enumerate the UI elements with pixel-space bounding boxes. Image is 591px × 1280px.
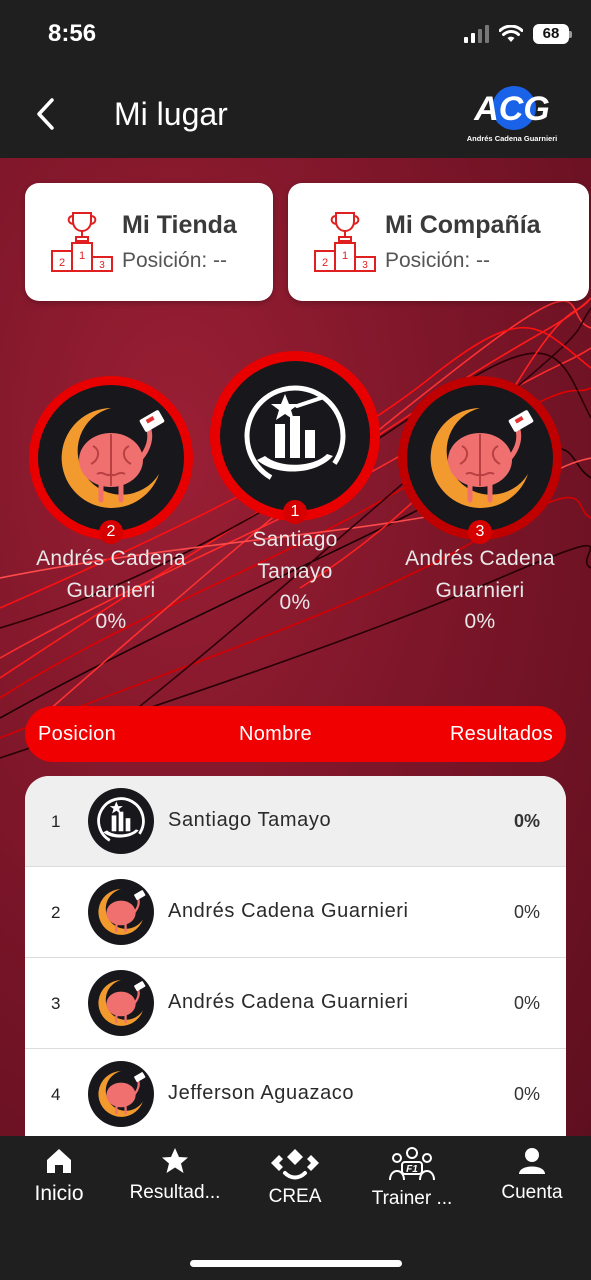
trainer-f1-icon: F1	[389, 1147, 435, 1181]
nav-item-trainer[interactable]: F1 Trainer ...	[357, 1146, 467, 1210]
nav-label: Cuenta	[501, 1182, 563, 1203]
avatar	[88, 1061, 154, 1127]
home-icon	[47, 1149, 71, 1173]
bottom-nav: Inicio Resultad... CREA F1 Trainer ... C…	[0, 1136, 591, 1280]
podium-name-1: Santiago Tamayo 0%	[215, 524, 375, 619]
avatar	[88, 788, 154, 854]
my-store-card[interactable]: 1 2 3 Mi Tienda Posición: --	[25, 183, 273, 301]
nav-item-resultados[interactable]: Resultad...	[120, 1146, 230, 1204]
header-position: Posicion	[38, 723, 116, 745]
row-position: 1	[51, 812, 61, 831]
card-title: Mi Compañía	[385, 211, 541, 239]
brain-icon	[98, 980, 146, 1026]
row-position: 3	[51, 994, 61, 1013]
card-title: Mi Tienda	[122, 211, 237, 239]
nav-item-crea[interactable]: CREA	[240, 1146, 350, 1208]
podium-name-3: Andrés Cadena Guarnieri 0%	[400, 543, 560, 638]
podium-avatar-3[interactable]	[398, 376, 562, 540]
trophy-logo-icon	[97, 797, 145, 845]
row-name: Andrés Cadena Guarnieri	[168, 991, 409, 1013]
row-name: Santiago Tamayo	[168, 809, 332, 831]
card-position: Posición: --	[385, 249, 491, 272]
header-results: Resultados	[449, 723, 553, 745]
my-company-card[interactable]: 1 2 3 Mi Compañía Posición: --	[288, 183, 589, 301]
rank-badge-3: 3	[468, 520, 492, 544]
podium-name-2: Andrés Cadena Guarnieri 0%	[31, 543, 191, 638]
nav-label: Resultad...	[129, 1182, 221, 1203]
crea-icon	[271, 1149, 319, 1180]
podium-icon: 1 2 3	[314, 212, 376, 272]
row-result: 0%	[513, 811, 540, 831]
row-result: 0%	[513, 993, 540, 1013]
brain-icon	[98, 889, 146, 935]
avatar	[88, 879, 154, 945]
card-position: Posición: --	[122, 249, 228, 272]
battery-icon: 68	[533, 24, 572, 44]
back-button[interactable]	[30, 94, 60, 134]
page-title: Mi lugar	[114, 96, 228, 132]
podium-avatar-2[interactable]	[29, 376, 193, 540]
podium-icon: 1 2 3	[51, 212, 113, 272]
podium-name-text: Andrés Cadena Guarnieri	[405, 547, 555, 602]
row-position: 4	[51, 1085, 61, 1104]
status-time: 8:56	[48, 20, 97, 47]
svg-text:1: 1	[342, 250, 348, 262]
nav-label: Trainer ...	[371, 1188, 453, 1209]
status-icons: 68	[464, 24, 572, 44]
row-result: 0%	[513, 902, 540, 922]
wifi-icon	[499, 25, 523, 42]
app-header: Mi lugar ACG Andrés Cadena Guarnieri	[0, 72, 591, 158]
svg-text:3: 3	[362, 260, 368, 271]
podium-result: 0%	[279, 591, 311, 614]
podium-name-text: Andrés Cadena Guarnieri	[36, 547, 186, 602]
ranking-list[interactable]: 1 Santiago Tamayo 0% 2 Andrés Cadena Gua…	[25, 776, 566, 1136]
brain-icon	[98, 1071, 146, 1117]
svg-text:ACG: ACG	[473, 90, 550, 128]
brain-icon	[61, 408, 165, 508]
header-name: Nombre	[239, 723, 312, 745]
trophy-logo-icon	[244, 385, 346, 487]
svg-text:2: 2	[322, 257, 328, 269]
list-item[interactable]: 4 Jefferson Aguazaco 0%	[25, 1049, 566, 1136]
avatar	[88, 970, 154, 1036]
main-content: 1 2 3 Mi Tienda Posición: -- 1 2 3 Mi Co…	[0, 158, 591, 1136]
podium-result: 0%	[95, 610, 127, 633]
row-name: Andrés Cadena Guarnieri	[168, 900, 409, 922]
svg-text:1: 1	[79, 250, 85, 262]
nav-item-cuenta[interactable]: Cuenta	[477, 1146, 587, 1204]
list-item[interactable]: 2 Andrés Cadena Guarnieri 0%	[25, 867, 566, 958]
home-indicator[interactable]	[190, 1260, 402, 1267]
rank-badge-1: 1	[283, 500, 307, 524]
chevron-left-icon	[37, 98, 54, 130]
list-item[interactable]: 1 Santiago Tamayo 0%	[25, 776, 566, 867]
svg-text:2: 2	[59, 257, 65, 269]
nav-label: CREA	[268, 1186, 322, 1207]
row-name: Jefferson Aguazaco	[168, 1082, 355, 1104]
svg-text:3: 3	[99, 260, 105, 271]
status-bar: 8:56 68	[0, 0, 591, 72]
svg-text:F1: F1	[406, 1164, 418, 1175]
list-item[interactable]: 3 Andrés Cadena Guarnieri 0%	[25, 958, 566, 1049]
row-position: 2	[51, 903, 61, 922]
podium-name-text: Santiago Tamayo	[252, 528, 338, 583]
user-icon	[519, 1148, 545, 1174]
star-icon	[162, 1148, 188, 1173]
nav-label: Inicio	[34, 1182, 84, 1205]
ranking-table-header: Posicion Nombre Resultados	[25, 706, 566, 762]
brain-icon	[430, 408, 534, 508]
rank-badge-2: 2	[99, 520, 123, 544]
podium-result: 0%	[464, 610, 496, 633]
cellular-signal-icon	[464, 25, 489, 43]
podium-avatar-1[interactable]	[210, 351, 380, 521]
nav-item-inicio[interactable]: Inicio	[4, 1146, 114, 1206]
acg-logo: ACG Andrés Cadena Guarnieri	[467, 86, 557, 143]
row-result: 0%	[513, 1084, 540, 1104]
logo-text: Andrés Cadena Guarnieri	[467, 134, 557, 143]
